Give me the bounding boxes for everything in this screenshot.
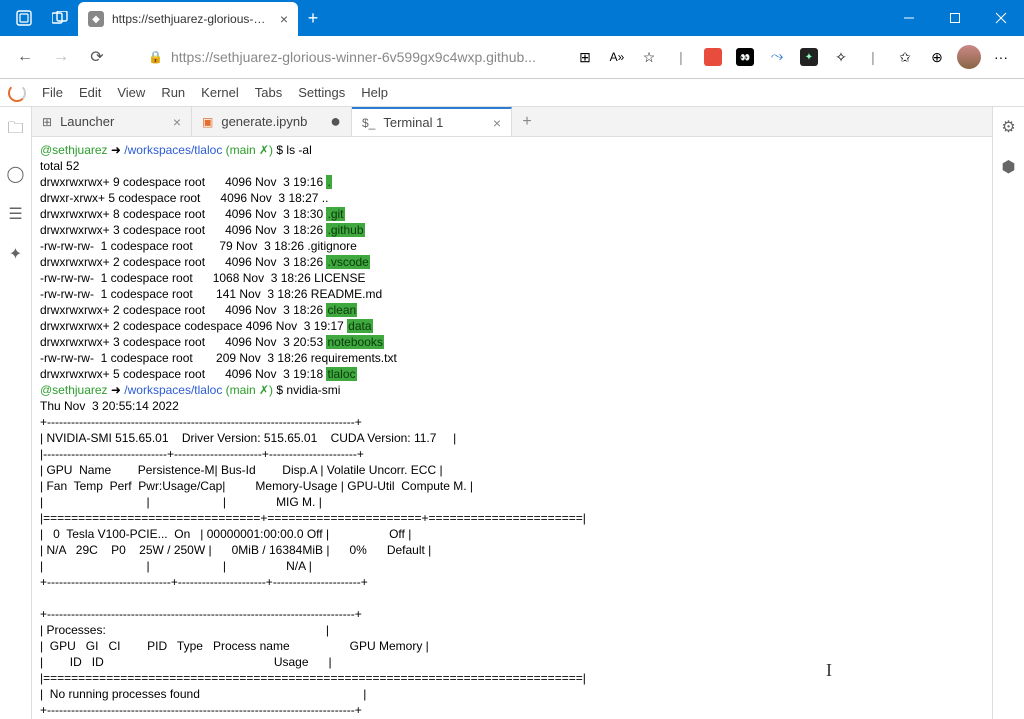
tab-notebook[interactable]: ▣ generate.ipynb ●: [192, 107, 352, 136]
refresh-button[interactable]: ⟳: [80, 40, 114, 74]
property-inspector-icon[interactable]: ⚙: [1001, 117, 1015, 137]
toolbar-sep2: |: [858, 42, 888, 72]
menu-view[interactable]: View: [117, 85, 145, 100]
more-button[interactable]: ···: [986, 42, 1016, 72]
toolbar-sep: |: [666, 42, 696, 72]
menu-file[interactable]: File: [42, 85, 63, 100]
page-content: File Edit View Run Kernel Tabs Settings …: [0, 78, 1024, 719]
tabs-overview-icon[interactable]: [42, 0, 78, 36]
running-icon[interactable]: ◯: [7, 164, 25, 184]
lock-icon: 🔒: [148, 50, 163, 64]
tab-close-button[interactable]: ×: [280, 11, 288, 27]
workspace-icon[interactable]: [6, 0, 42, 36]
menu-kernel[interactable]: Kernel: [201, 85, 239, 100]
extension-flow-icon[interactable]: ⤳: [762, 42, 792, 72]
menu-help[interactable]: Help: [361, 85, 388, 100]
window-close-button[interactable]: [978, 0, 1024, 36]
reading-mode-icon[interactable]: A»: [602, 42, 632, 72]
address-field[interactable]: 🔒 https://sethjuarez-glorious-winner-6v5…: [116, 42, 568, 72]
tab-close-icon[interactable]: ×: [493, 115, 501, 131]
browser-tab[interactable]: ◆ https://sethjuarez-glorious-winn ×: [78, 2, 298, 36]
launcher-icon: ⊞: [42, 115, 52, 129]
jupyter-main: 🗀 ◯ ☰ ✦ ⊞ Launcher × ▣ generate.ipynb ● …: [0, 107, 1024, 719]
tab-label: Launcher: [60, 114, 114, 129]
address-url: https://sethjuarez-glorious-winner-6v599…: [171, 49, 536, 65]
terminal-output[interactable]: @sethjuarez ➜ /workspaces/tlaloc (main ✗…: [32, 137, 992, 719]
debugger-icon[interactable]: ⬢: [1002, 157, 1016, 177]
extension-manager-icon[interactable]: ✦: [9, 244, 22, 264]
forward-button: →: [44, 40, 78, 74]
browser-toolbar: ← → ⟳ 🔒 https://sethjuarez-glorious-winn…: [0, 36, 1024, 78]
app-install-icon[interactable]: ⊞: [570, 42, 600, 72]
tab-title: https://sethjuarez-glorious-winn: [112, 12, 272, 26]
window-controls: [886, 0, 1024, 36]
extension-dark-icon[interactable]: ✦: [794, 42, 824, 72]
text-cursor-icon: I: [826, 660, 832, 681]
tab-label: Terminal 1: [383, 115, 443, 130]
tab-label: generate.ipynb: [221, 114, 307, 129]
terminal-icon: $_: [362, 116, 375, 130]
extension-red-icon[interactable]: [698, 42, 728, 72]
jupyter-content: ⊞ Launcher × ▣ generate.ipynb ● $_ Termi…: [32, 107, 992, 719]
menu-run[interactable]: Run: [161, 85, 185, 100]
new-tab-button[interactable]: +: [512, 107, 542, 136]
jupyter-menu: File Edit View Run Kernel Tabs Settings …: [0, 79, 1024, 107]
menu-edit[interactable]: Edit: [79, 85, 101, 100]
menu-settings[interactable]: Settings: [298, 85, 345, 100]
jupyter-tabs: ⊞ Launcher × ▣ generate.ipynb ● $_ Termi…: [32, 107, 992, 137]
maximize-button[interactable]: [932, 0, 978, 36]
notebook-icon: ▣: [202, 115, 213, 129]
extension-eyes-icon[interactable]: 👀: [730, 42, 760, 72]
minimize-button[interactable]: [886, 0, 932, 36]
jupyter-right-sidebar: ⚙ ⬢: [992, 107, 1024, 719]
tab-close-icon[interactable]: ×: [173, 114, 181, 130]
dirty-indicator-icon: ●: [330, 111, 341, 132]
toc-icon[interactable]: ☰: [8, 204, 22, 224]
collections-icon[interactable]: ⊕: [922, 42, 952, 72]
tab-launcher[interactable]: ⊞ Launcher ×: [32, 107, 192, 136]
favorites-list-icon[interactable]: ✩: [890, 42, 920, 72]
extensions-button[interactable]: ✧: [826, 42, 856, 72]
browser-titlebar: ◆ https://sethjuarez-glorious-winn × +: [0, 0, 1024, 36]
tab-terminal[interactable]: $_ Terminal 1 ×: [352, 107, 512, 136]
file-browser-icon[interactable]: 🗀: [7, 117, 23, 144]
new-tab-button[interactable]: +: [298, 8, 328, 29]
profile-avatar[interactable]: [954, 42, 984, 72]
back-button[interactable]: ←: [8, 40, 42, 74]
menu-tabs[interactable]: Tabs: [255, 85, 282, 100]
titlebar-left: ◆ https://sethjuarez-glorious-winn × +: [0, 0, 328, 36]
github-favicon-icon: ◆: [88, 11, 104, 27]
favorite-icon[interactable]: ☆: [634, 42, 664, 72]
toolbar-actions: ⊞ A» ☆ | 👀 ⤳ ✦ ✧ | ✩ ⊕ ···: [570, 42, 1016, 72]
jupyter-logo-icon: [8, 84, 26, 102]
jupyter-left-sidebar: 🗀 ◯ ☰ ✦: [0, 107, 32, 719]
